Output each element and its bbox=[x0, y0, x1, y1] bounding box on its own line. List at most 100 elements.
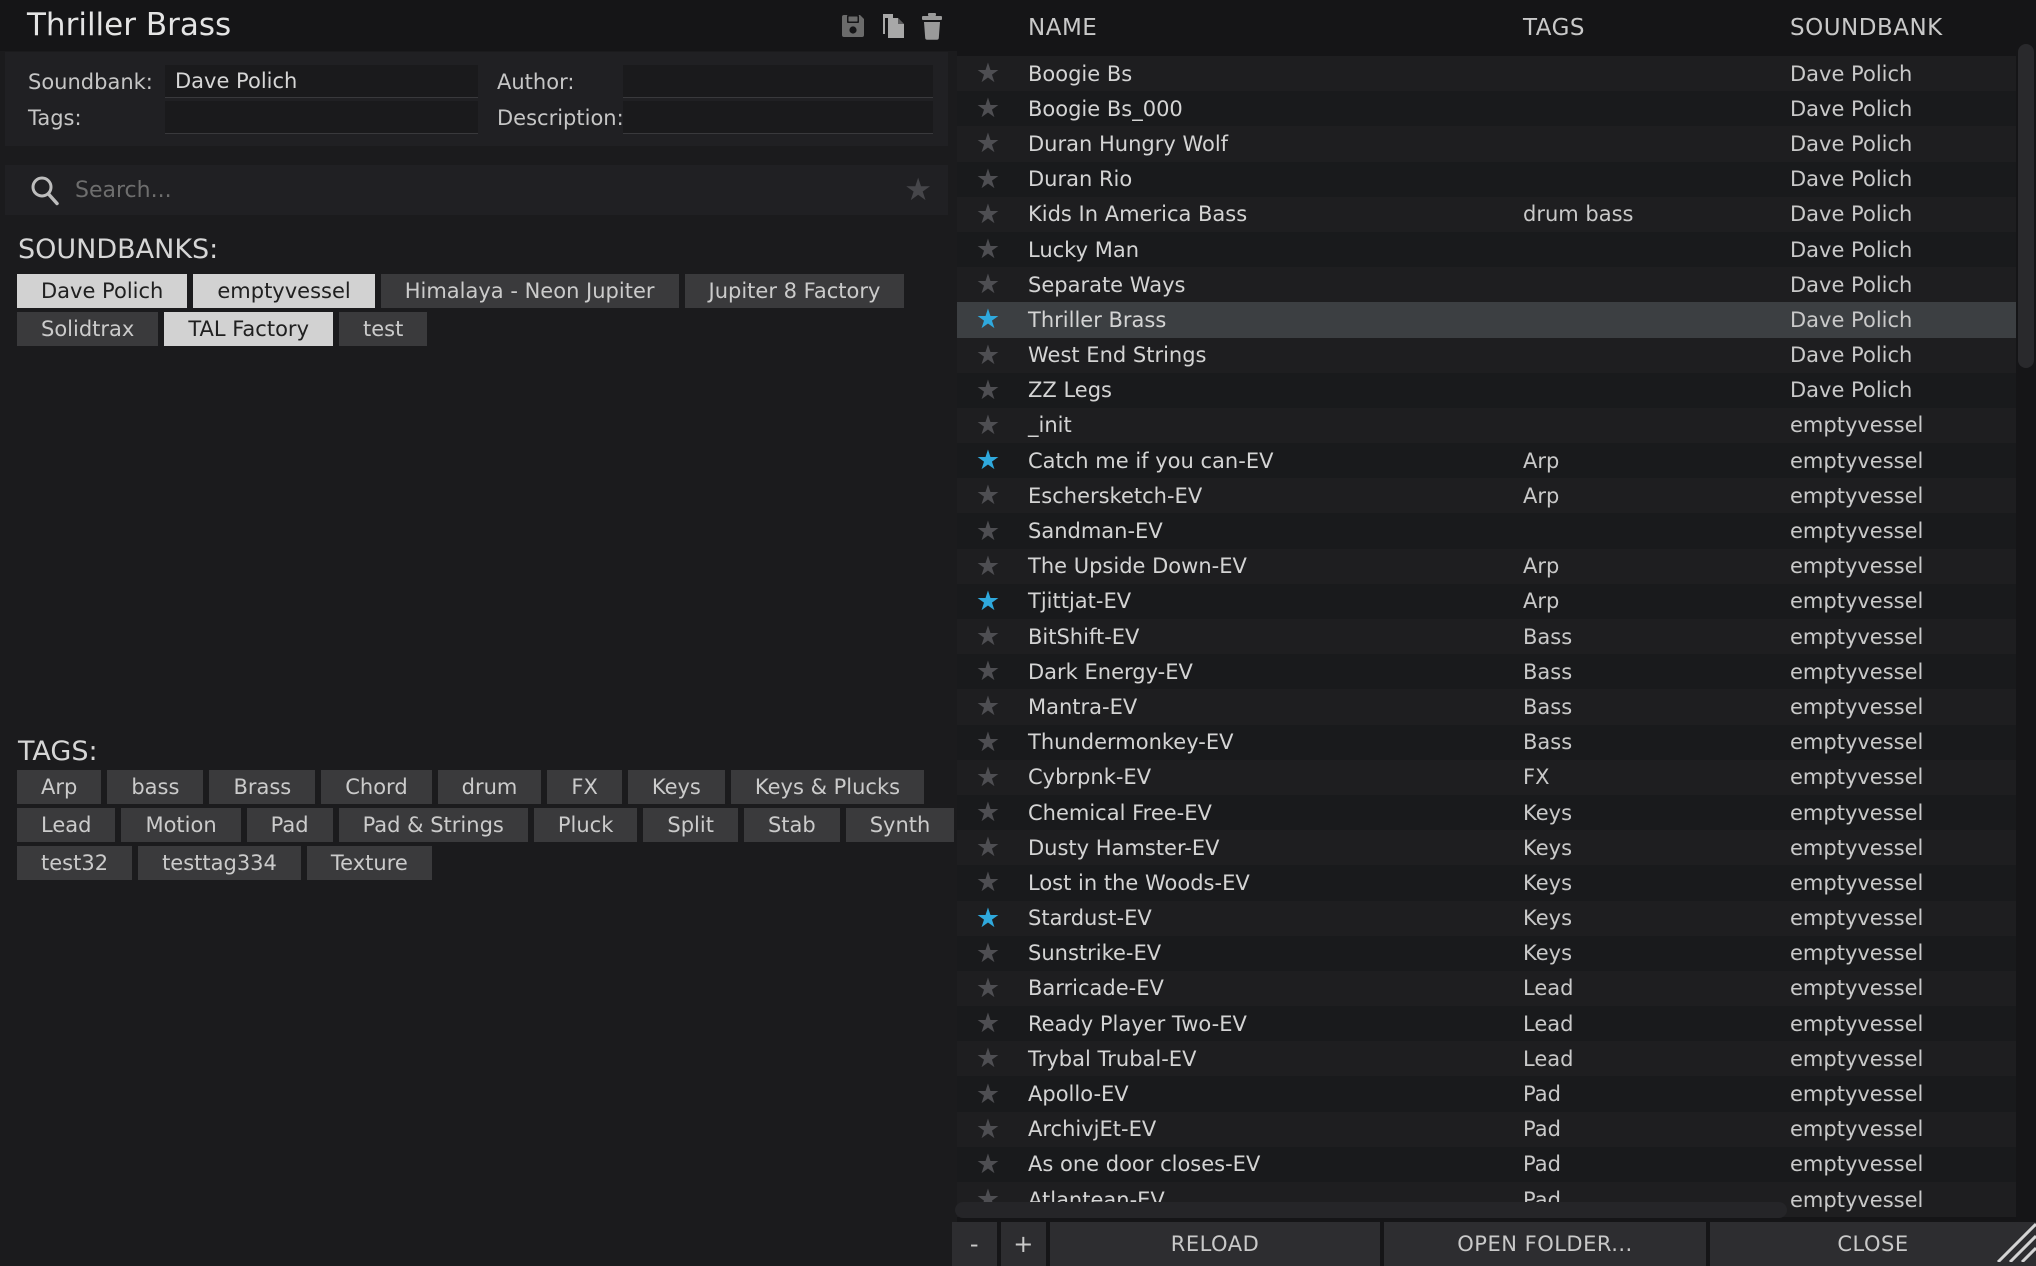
favorite-star-icon[interactable]: ★ bbox=[957, 619, 1019, 654]
preset-row[interactable]: ★Eschersketch-EVArpemptyvessel bbox=[957, 478, 2016, 513]
preset-row[interactable]: ★Duran RioDave Polich bbox=[957, 162, 2016, 197]
tag-filter-drum[interactable]: drum bbox=[438, 770, 542, 804]
preset-row[interactable]: ★Duran Hungry WolfDave Polich bbox=[957, 126, 2016, 161]
preset-row[interactable]: ★Dark Energy-EVBassemptyvessel bbox=[957, 654, 2016, 689]
tag-filter-motion[interactable]: Motion bbox=[121, 808, 240, 842]
tags-field[interactable] bbox=[165, 101, 478, 134]
tag-filter-stab[interactable]: Stab bbox=[744, 808, 840, 842]
preset-row[interactable]: ★Separate WaysDave Polich bbox=[957, 267, 2016, 302]
tag-filter-testtag334[interactable]: testtag334 bbox=[138, 846, 301, 880]
horizontal-scrollbar-thumb[interactable] bbox=[955, 1202, 1787, 1218]
preset-row[interactable]: ★ArchivjEt-EVPademptyvessel bbox=[957, 1112, 2016, 1147]
tag-filter-split[interactable]: Split bbox=[643, 808, 738, 842]
favorite-star-icon[interactable]: ★ bbox=[957, 338, 1019, 373]
soundbank-filter-emptyvessel[interactable]: emptyvessel bbox=[193, 274, 374, 308]
preset-row[interactable]: ★Mantra-EVBassemptyvessel bbox=[957, 689, 2016, 724]
soundbank-filter-tal-factory[interactable]: TAL Factory bbox=[164, 312, 333, 346]
favorite-star-icon[interactable]: ★ bbox=[957, 725, 1019, 760]
favorite-star-icon[interactable]: ★ bbox=[957, 1147, 1019, 1182]
preset-row[interactable]: ★ZZ LegsDave Polich bbox=[957, 373, 2016, 408]
tag-filter-pad[interactable]: Pad bbox=[247, 808, 333, 842]
tag-filter-synth[interactable]: Synth bbox=[846, 808, 955, 842]
favorite-star-icon[interactable]: ★ bbox=[957, 1077, 1019, 1112]
preset-row[interactable]: ★Barricade-EVLeademptyvessel bbox=[957, 971, 2016, 1006]
soundbank-filter-test[interactable]: test bbox=[339, 312, 427, 346]
favorite-star-icon[interactable]: ★ bbox=[957, 795, 1019, 830]
preset-row[interactable]: ★Boogie Bs_000Dave Polich bbox=[957, 91, 2016, 126]
favorite-star-icon[interactable]: ★ bbox=[957, 1006, 1019, 1041]
preset-row[interactable]: ★Apollo-EVPademptyvessel bbox=[957, 1076, 2016, 1111]
preset-row[interactable]: ★As one door closes-EVPademptyvessel bbox=[957, 1147, 2016, 1182]
tag-filter-bass[interactable]: bass bbox=[107, 770, 203, 804]
favorite-star-icon[interactable]: ★ bbox=[957, 162, 1019, 197]
favorite-star-icon[interactable]: ★ bbox=[957, 830, 1019, 865]
preset-row[interactable]: ★Kids In America Bassdrum bassDave Polic… bbox=[957, 197, 2016, 232]
preset-row[interactable]: ★West End StringsDave Polich bbox=[957, 338, 2016, 373]
preset-row[interactable]: ★Lucky ManDave Polich bbox=[957, 232, 2016, 267]
open-folder-button[interactable]: OPEN FOLDER... bbox=[1384, 1222, 1706, 1266]
favorite-star-icon[interactable]: ★ bbox=[957, 267, 1019, 302]
preset-row[interactable]: ★Ready Player Two-EVLeademptyvessel bbox=[957, 1006, 2016, 1041]
author-field[interactable] bbox=[623, 65, 933, 98]
preset-row[interactable]: ★Stardust-EVKeysemptyvessel bbox=[957, 901, 2016, 936]
tag-filter-test32[interactable]: test32 bbox=[17, 846, 132, 880]
favorite-star-icon[interactable]: ★ bbox=[957, 971, 1019, 1006]
tag-filter-chord[interactable]: Chord bbox=[321, 770, 431, 804]
soundbank-filter-dave-polich[interactable]: Dave Polich bbox=[17, 274, 187, 308]
preset-row[interactable]: ★BitShift-EVBassemptyvessel bbox=[957, 619, 2016, 654]
preset-row[interactable]: ★Boogie BsDave Polich bbox=[957, 56, 2016, 91]
preset-row[interactable]: ★The Upside Down-EVArpemptyvessel bbox=[957, 549, 2016, 584]
favorite-star-icon[interactable]: ★ bbox=[957, 654, 1019, 689]
tag-filter-brass[interactable]: Brass bbox=[209, 770, 315, 804]
favorite-star-icon[interactable]: ★ bbox=[957, 689, 1019, 724]
favorite-star-icon[interactable]: ★ bbox=[957, 549, 1019, 584]
favorite-star-icon[interactable]: ★ bbox=[957, 478, 1019, 513]
soundbank-column-header[interactable]: SOUNDBANK bbox=[1781, 15, 2016, 41]
tag-filter-arp[interactable]: Arp bbox=[17, 770, 101, 804]
favorite-star-icon[interactable]: ★ bbox=[957, 443, 1019, 478]
preset-row[interactable]: ★Chemical Free-EVKeysemptyvessel bbox=[957, 795, 2016, 830]
preset-row[interactable]: ★Tjittjat-EVArpemptyvessel bbox=[957, 584, 2016, 619]
favorite-star-icon[interactable]: ★ bbox=[957, 232, 1019, 267]
reload-button[interactable]: RELOAD bbox=[1050, 1222, 1380, 1266]
tags-column-header[interactable]: TAGS bbox=[1514, 15, 1781, 41]
decrease-size-button[interactable]: - bbox=[952, 1222, 997, 1266]
favorite-star-icon[interactable]: ★ bbox=[957, 56, 1019, 91]
name-column-header[interactable]: NAME bbox=[1019, 15, 1514, 41]
preset-row[interactable]: ★Thriller BrassDave Polich bbox=[957, 302, 2016, 337]
favorite-star-icon[interactable]: ★ bbox=[957, 584, 1019, 619]
favorite-star-icon[interactable]: ★ bbox=[957, 408, 1019, 443]
tag-filter-keys[interactable]: Keys bbox=[628, 770, 725, 804]
favorite-star-icon[interactable]: ★ bbox=[957, 302, 1019, 337]
favorite-star-icon[interactable]: ★ bbox=[957, 126, 1019, 161]
increase-size-button[interactable]: + bbox=[1001, 1222, 1046, 1266]
favorite-star-icon[interactable]: ★ bbox=[957, 514, 1019, 549]
search-input[interactable] bbox=[75, 165, 855, 215]
tag-filter-fx[interactable]: FX bbox=[547, 770, 621, 804]
favorite-star-icon[interactable]: ★ bbox=[957, 1041, 1019, 1076]
favorite-star-icon[interactable]: ★ bbox=[957, 373, 1019, 408]
copy-icon[interactable] bbox=[879, 12, 907, 40]
preset-row[interactable]: ★Sandman-EVemptyvessel bbox=[957, 513, 2016, 548]
favorite-star-icon[interactable]: ★ bbox=[957, 1112, 1019, 1147]
favorite-star-icon[interactable]: ★ bbox=[957, 197, 1019, 232]
preset-row[interactable]: ★Cybrpnk-EVFXemptyvessel bbox=[957, 760, 2016, 795]
tag-filter-pluck[interactable]: Pluck bbox=[534, 808, 638, 842]
favorite-star-icon[interactable]: ★ bbox=[957, 760, 1019, 795]
tag-filter-keys-plucks[interactable]: Keys & Plucks bbox=[731, 770, 924, 804]
soundbank-field[interactable] bbox=[165, 65, 478, 98]
preset-row[interactable]: ★Dusty Hamster-EVKeysemptyvessel bbox=[957, 830, 2016, 865]
tag-filter-texture[interactable]: Texture bbox=[307, 846, 432, 880]
vertical-scrollbar-thumb[interactable] bbox=[2018, 44, 2034, 368]
soundbank-filter-himalaya-neon-jupiter[interactable]: Himalaya - Neon Jupiter bbox=[381, 274, 679, 308]
preset-row[interactable]: ★Thundermonkey-EVBassemptyvessel bbox=[957, 725, 2016, 760]
preset-row[interactable]: ★Trybal Trubal-EVLeademptyvessel bbox=[957, 1041, 2016, 1076]
save-icon[interactable] bbox=[839, 12, 867, 40]
soundbank-filter-jupiter-8-factory[interactable]: Jupiter 8 Factory bbox=[685, 274, 905, 308]
preset-row[interactable]: ★_initemptyvessel bbox=[957, 408, 2016, 443]
preset-row[interactable]: ★Catch me if you can-EVArpemptyvessel bbox=[957, 443, 2016, 478]
tag-filter-pad-strings[interactable]: Pad & Strings bbox=[339, 808, 528, 842]
favorite-star-icon[interactable]: ★ bbox=[957, 901, 1019, 936]
favorite-star-icon[interactable]: ★ bbox=[957, 865, 1019, 900]
preset-row[interactable]: ★Lost in the Woods-EVKeysemptyvessel bbox=[957, 865, 2016, 900]
